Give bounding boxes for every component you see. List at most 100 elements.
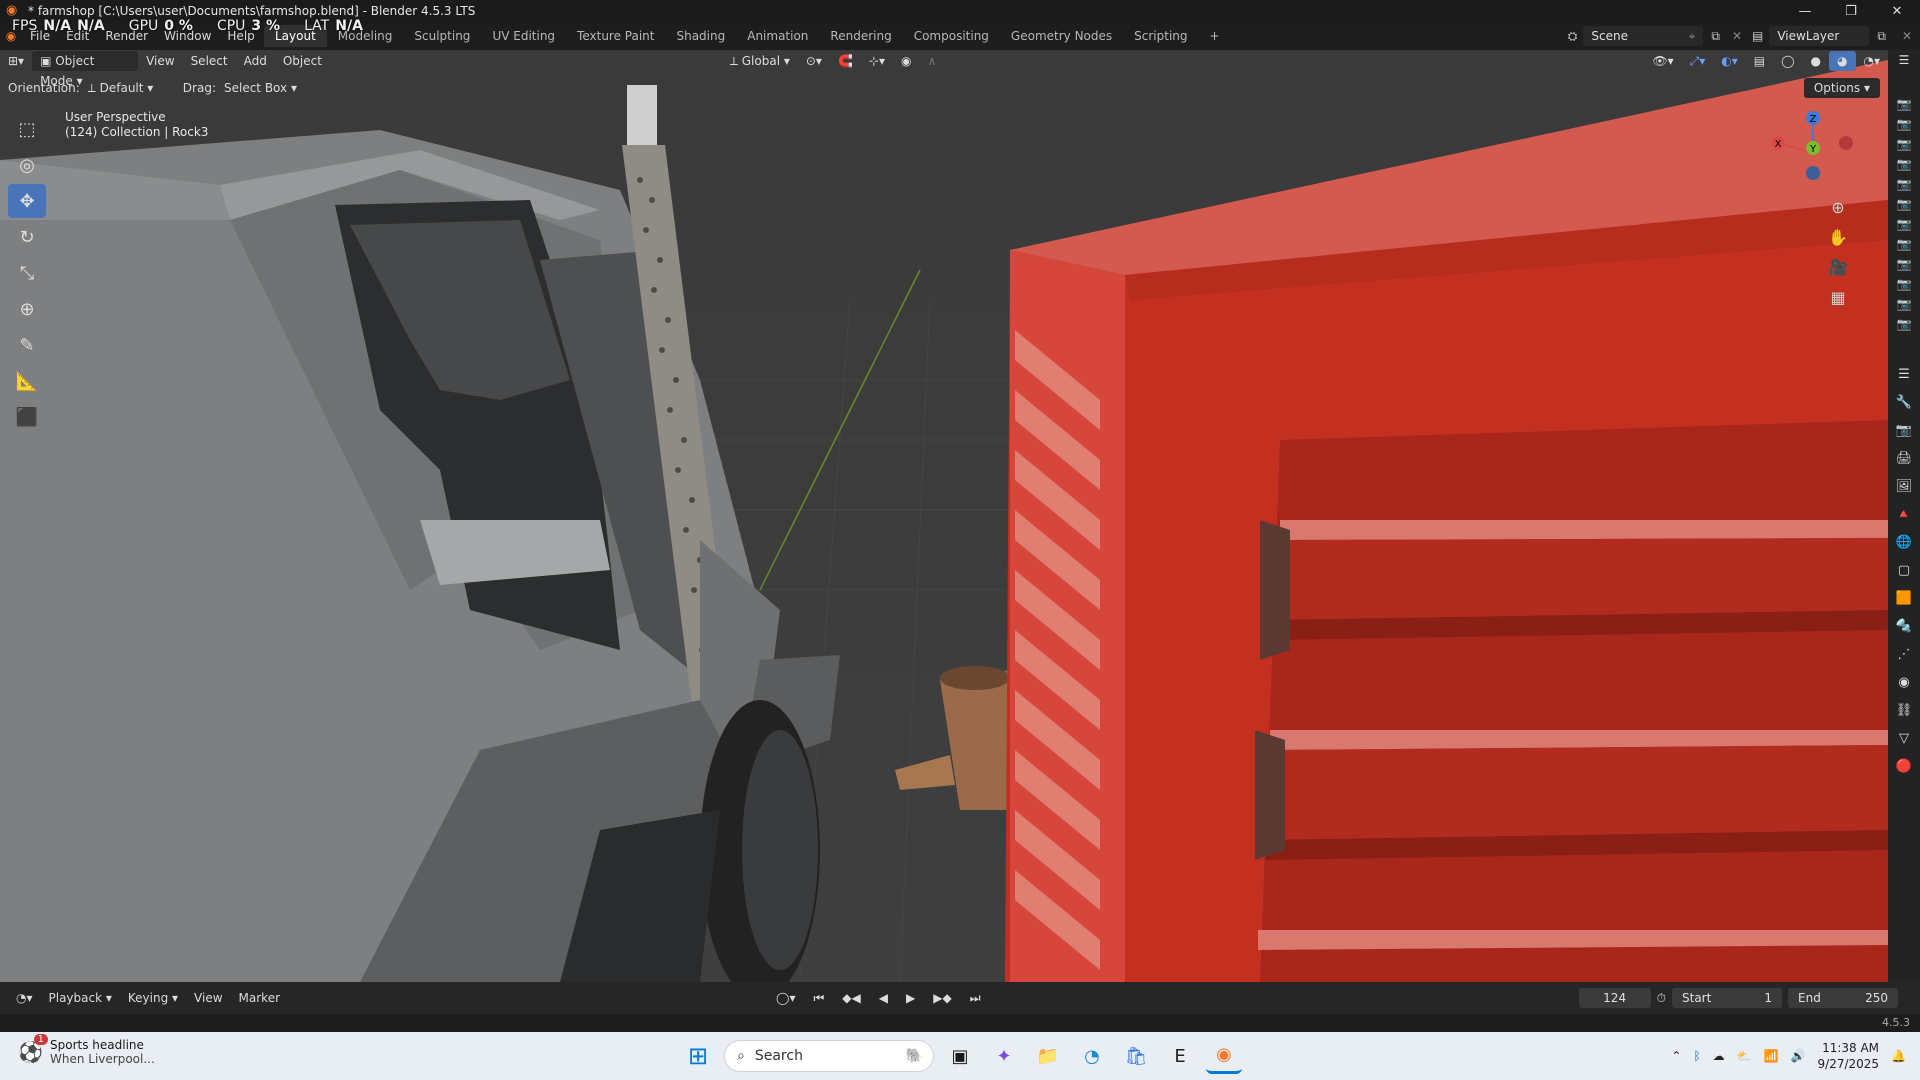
start-frame-field[interactable]: Start 1 <box>1672 988 1782 1008</box>
edge-browser-icon[interactable]: ◔ <box>1074 1038 1110 1074</box>
render-visibility-icon[interactable]: 📷 <box>1888 234 1920 254</box>
prev-keyframe-icon[interactable]: ◆◀ <box>834 988 868 1008</box>
rendered-shading-icon[interactable]: ◔▾ <box>1856 51 1889 71</box>
world-properties-icon[interactable]: 🌐 <box>1888 528 1920 556</box>
gizmo-toggle-icon[interactable]: ⤢▾ <box>1682 51 1714 71</box>
view-layer-properties-icon[interactable]: 🖼 <box>1888 472 1920 500</box>
taskbar-search[interactable]: ⌕ Search 🐘 <box>724 1040 934 1072</box>
timeline-menu-keying[interactable]: Keying ▾ <box>120 988 186 1008</box>
jump-start-icon[interactable]: ⏮ <box>805 988 832 1008</box>
current-frame-field[interactable]: 124 <box>1578 988 1651 1008</box>
editor-type-icon[interactable]: ⊞▾ <box>0 51 32 71</box>
volume-icon[interactable]: 🔊 <box>1791 1049 1806 1063</box>
preview-range-icon[interactable]: ⏱ <box>1657 991 1666 1006</box>
new-view-layer-icon[interactable]: ⧉ <box>1877 29 1886 44</box>
tab-sculpting[interactable]: Sculpting <box>403 25 481 47</box>
outliner-editor-icon[interactable]: ☰ <box>1888 50 1920 70</box>
close-icon[interactable]: ✕ <box>1874 0 1920 22</box>
timeline-menu-view[interactable]: View <box>186 988 230 1008</box>
render-visibility-icon[interactable]: 📷 <box>1888 114 1920 134</box>
render-visibility-icon[interactable]: 📷 <box>1888 134 1920 154</box>
menu-add[interactable]: Add <box>236 51 275 71</box>
end-frame-field[interactable]: End 250 <box>1788 988 1898 1008</box>
timeline-menu-playback[interactable]: Playback ▾ <box>41 988 120 1008</box>
tab-geometry-nodes[interactable]: Geometry Nodes <box>1000 25 1123 47</box>
tray-app-icon[interactable]: ☁ <box>1713 1049 1725 1063</box>
tab-rendering[interactable]: Rendering <box>819 25 902 47</box>
microsoft-store-icon[interactable]: 🛍 <box>1118 1038 1154 1074</box>
solid-shading-icon[interactable]: ● <box>1803 51 1829 71</box>
pivot-point-icon[interactable]: ⊙▾ <box>798 51 830 71</box>
wireframe-shading-icon[interactable]: ◯ <box>1773 51 1802 71</box>
maximize-icon[interactable]: ❐ <box>1828 0 1874 22</box>
render-visibility-icon[interactable]: 📷 <box>1888 214 1920 234</box>
ortho-grid-icon[interactable]: ▦ <box>1824 283 1852 311</box>
play-reverse-icon[interactable]: ◀ <box>871 988 896 1008</box>
drag-dropdown[interactable]: Select Box ▾ <box>216 78 305 98</box>
falloff-icon[interactable]: ∧ <box>919 51 944 71</box>
snap-target-icon[interactable]: ⊹▾ <box>861 51 893 71</box>
render-visibility-icon[interactable]: 📷 <box>1888 154 1920 174</box>
tab-scripting[interactable]: Scripting <box>1123 25 1198 47</box>
jump-end-icon[interactable]: ⏭ <box>962 988 989 1008</box>
wifi-icon[interactable]: 📶 <box>1764 1049 1779 1063</box>
tab-uv-editing[interactable]: UV Editing <box>481 25 566 47</box>
add-workspace-button[interactable]: + <box>1199 25 1231 47</box>
minimize-icon[interactable]: — <box>1782 0 1828 22</box>
scene-properties-icon[interactable]: 🔺 <box>1888 500 1920 528</box>
3d-viewport[interactable]: User Perspective (124) Collection | Rock… <box>0 50 1888 982</box>
annotate-tool-icon[interactable]: ✎ <box>8 328 46 362</box>
material-properties-icon[interactable]: 🔴 <box>1888 752 1920 780</box>
file-explorer-icon[interactable]: 📁 <box>1030 1038 1066 1074</box>
tab-shading[interactable]: Shading <box>665 25 736 47</box>
modifier-properties-icon[interactable]: 🔩 <box>1888 612 1920 640</box>
notifications-icon[interactable]: 🔔 <box>1891 1049 1906 1063</box>
menu-view[interactable]: View <box>138 51 182 71</box>
pan-hand-icon[interactable]: ✋ <box>1824 223 1852 251</box>
render-visibility-icon[interactable]: 📷 <box>1888 274 1920 294</box>
render-visibility-icon[interactable]: 📷 <box>1888 314 1920 334</box>
tool-properties-icon[interactable]: 🔧 <box>1888 388 1920 416</box>
add-cube-tool-icon[interactable]: ⬛ <box>8 400 46 434</box>
properties-editor-icon[interactable]: ☰ <box>1888 360 1920 388</box>
scale-tool-icon[interactable]: ⤡ <box>8 256 46 290</box>
copilot-icon[interactable]: ✦ <box>986 1038 1022 1074</box>
cursor-tool-icon[interactable]: ◎ <box>8 148 46 182</box>
snap-icon[interactable]: 🧲 <box>830 51 861 71</box>
render-visibility-icon[interactable]: 📷 <box>1888 174 1920 194</box>
render-visibility-icon[interactable]: 📷 <box>1888 194 1920 214</box>
material-shading-icon[interactable]: ◕ <box>1829 51 1856 71</box>
output-properties-icon[interactable]: 🖨 <box>1888 444 1920 472</box>
pin-icon[interactable]: ⌖ <box>1689 26 1696 46</box>
play-icon[interactable]: ▶ <box>898 988 923 1008</box>
move-tool-icon[interactable]: ✥ <box>8 184 46 218</box>
timeline-editor-icon[interactable]: ◔▾ <box>8 988 41 1008</box>
zoom-icon[interactable]: ⊕ <box>1824 193 1852 221</box>
particles-properties-icon[interactable]: ⋰ <box>1888 640 1920 668</box>
start-menu-icon[interactable]: ⊞ <box>680 1038 716 1074</box>
clock[interactable]: 11:38 AM 9/27/2025 <box>1818 1040 1880 1072</box>
timeline-menu-marker[interactable]: Marker <box>231 988 288 1008</box>
measure-tool-icon[interactable]: 📐 <box>8 364 46 398</box>
bluetooth-icon[interactable]: ᛒ <box>1693 1049 1700 1063</box>
tab-compositing[interactable]: Compositing <box>903 25 1000 47</box>
select-box-tool-icon[interactable]: ⬚ <box>8 112 46 146</box>
blender-taskbar-icon[interactable]: ◉ <box>1206 1038 1242 1074</box>
menu-select[interactable]: Select <box>183 51 236 71</box>
render-visibility-icon[interactable]: 📷 <box>1888 254 1920 274</box>
data-properties-icon[interactable]: ▽ <box>1888 724 1920 752</box>
menu-object[interactable]: Object <box>275 51 330 71</box>
orientation-dropdown[interactable]: ⟂ Default ▾ <box>80 78 175 98</box>
transform-tool-icon[interactable]: ⊕ <box>8 292 46 326</box>
new-scene-icon[interactable]: ⧉ <box>1711 29 1720 44</box>
xray-icon[interactable]: ▤ <box>1746 51 1773 71</box>
constraints-properties-icon[interactable]: ⛓ <box>1888 696 1920 724</box>
view-layer-field[interactable]: ViewLayer <box>1769 26 1870 46</box>
task-view-icon[interactable]: ▣ <box>942 1038 978 1074</box>
render-properties-icon[interactable]: 📷 <box>1888 416 1920 444</box>
news-widget[interactable]: ⚽ 1 Sports headline When Liverpool... <box>18 1034 155 1066</box>
navigation-gizmo[interactable]: Z X Y <box>1768 108 1858 198</box>
camera-view-icon[interactable]: 🎥 <box>1824 253 1852 281</box>
physics-properties-icon[interactable]: ◉ <box>1888 668 1920 696</box>
tab-texture-paint[interactable]: Texture Paint <box>566 25 665 47</box>
